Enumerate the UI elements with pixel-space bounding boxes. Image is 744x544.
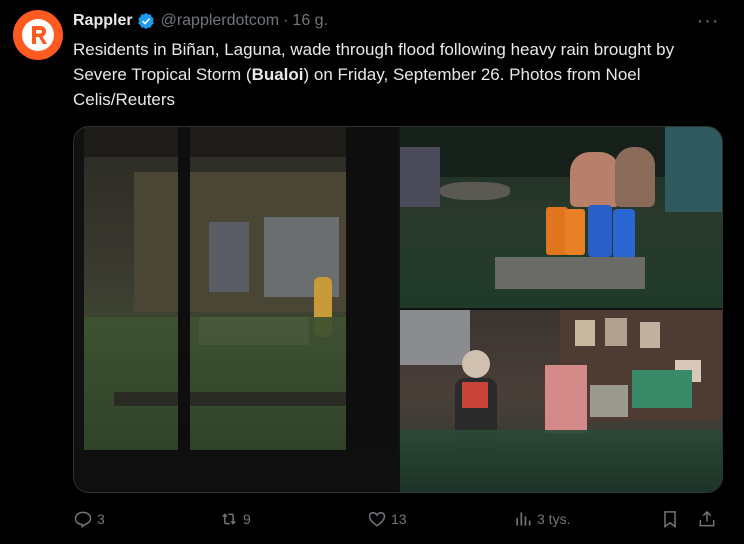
timestamp[interactable]: 16 g. (292, 12, 328, 30)
heart-icon (368, 511, 386, 527)
verified-badge-icon (137, 12, 155, 30)
reply-count: 3 (97, 511, 105, 527)
retweet-count: 9 (243, 511, 251, 527)
tweet[interactable]: Rappler @rapplerdotcom · 16 g. ··· Resid… (0, 0, 744, 544)
display-name[interactable]: Rappler (73, 12, 133, 30)
more-options-button[interactable]: ··· (696, 9, 720, 32)
bookmark-icon (664, 511, 676, 528)
tweet-actions: 3 9 13 3 tys. (73, 505, 723, 533)
reply-button[interactable]: 3 (73, 505, 105, 533)
retweet-button[interactable]: 9 (219, 505, 251, 533)
view-count: 3 tys. (537, 511, 571, 527)
more-icon: ··· (696, 9, 720, 32)
separator-dot: · (283, 12, 289, 29)
reply-icon (74, 511, 92, 528)
handle[interactable]: @rapplerdotcom (161, 12, 280, 30)
photo-flood-window[interactable] (74, 127, 398, 492)
tweet-text: Residents in Biñan, Laguna, wade through… (73, 37, 723, 112)
share-icon (699, 510, 715, 527)
photo-flooded-room[interactable] (400, 310, 722, 492)
media-grid (73, 126, 723, 493)
like-count: 13 (391, 511, 407, 527)
tweet-header: Rappler @rapplerdotcom · 16 g. (73, 10, 328, 32)
rappler-logo-icon (22, 19, 54, 51)
views-button[interactable]: 3 tys. (513, 505, 570, 533)
photo-water-containers[interactable] (400, 127, 722, 308)
like-button[interactable]: 13 (367, 505, 407, 533)
views-chart-icon (516, 512, 531, 526)
storm-name: Bualoi (251, 65, 304, 84)
bookmark-button[interactable] (660, 505, 684, 533)
retweet-icon (222, 513, 236, 525)
share-button[interactable] (697, 505, 721, 533)
avatar[interactable] (13, 10, 63, 60)
